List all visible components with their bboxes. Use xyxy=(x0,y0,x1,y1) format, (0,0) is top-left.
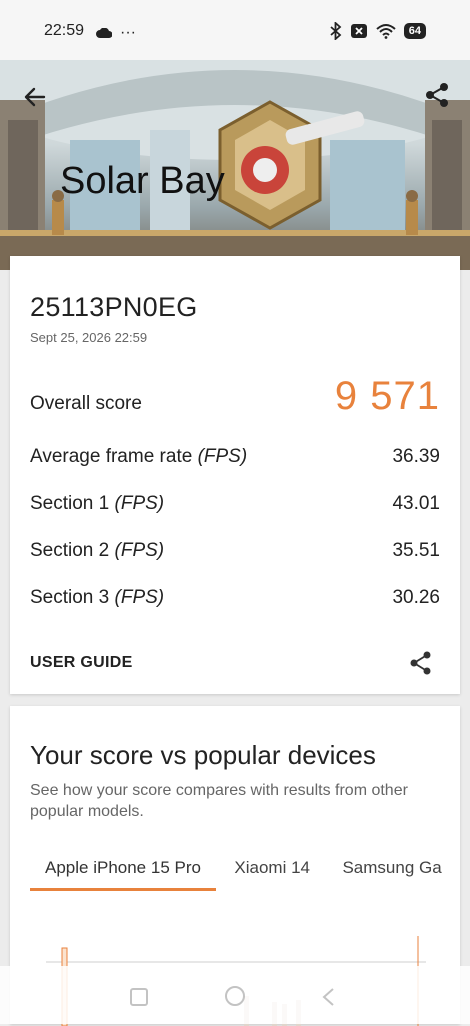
row-value: 30.26 xyxy=(392,587,440,608)
status-bar: 22:59 ··· 64 xyxy=(0,0,470,60)
row-unit: (FPS) xyxy=(197,446,248,467)
row-value: 35.51 xyxy=(392,540,440,561)
device-name: 25113PN0EG xyxy=(30,292,198,322)
cloud-icon xyxy=(96,28,112,38)
user-guide-link[interactable]: USER GUIDE xyxy=(30,654,133,672)
benchmark-title: Solar Bay xyxy=(60,160,225,202)
row-label: Section 1 xyxy=(30,493,110,514)
tab-xiaomi-14[interactable]: Xiaomi 14 xyxy=(220,854,324,888)
fps-row-average: Average frame rate (FPS) 36.39 xyxy=(30,446,440,468)
system-navigation-bar xyxy=(0,966,470,1024)
share-icon[interactable] xyxy=(422,80,452,110)
row-unit: (FPS) xyxy=(114,540,165,561)
fps-row-section-3: Section 3 (FPS) 30.26 xyxy=(30,587,440,609)
compare-title: Your score vs popular devices xyxy=(30,740,376,770)
fps-row-section-2: Section 2 (FPS) 35.51 xyxy=(30,540,440,562)
overall-score-row: Overall score 9 571 xyxy=(30,374,440,419)
share-result-icon[interactable] xyxy=(408,650,434,676)
wifi-icon xyxy=(376,24,396,39)
back-arrow-icon[interactable] xyxy=(20,82,50,112)
compare-description: See how your score compares with results… xyxy=(30,782,408,820)
score-card: 25113PN0EG Sept 25, 2026 22:59 Overall s… xyxy=(10,256,460,694)
overall-score-value: 9 571 xyxy=(334,374,440,418)
row-value: 36.39 xyxy=(392,446,440,467)
recents-icon[interactable] xyxy=(128,986,150,1008)
overall-score-label: Overall score xyxy=(30,393,142,414)
status-time: 22:59 xyxy=(44,22,85,39)
tab-apple-iphone-15-pro[interactable]: Apple iPhone 15 Pro xyxy=(30,854,216,891)
fps-row-section-1: Section 1 (FPS) 43.01 xyxy=(30,493,440,515)
no-sim-icon xyxy=(350,24,367,38)
row-label: Section 3 xyxy=(30,587,110,608)
row-unit: (FPS) xyxy=(114,587,165,608)
bluetooth-icon xyxy=(330,22,342,40)
row-unit: (FPS) xyxy=(114,493,165,514)
more-notifications-icon: ··· xyxy=(120,24,136,41)
row-label: Section 2 xyxy=(30,540,110,561)
hero-banner: Solar Bay xyxy=(0,60,470,270)
battery-indicator: 64 xyxy=(403,23,426,39)
tab-samsung[interactable]: Samsung Ga xyxy=(328,854,455,888)
row-value: 43.01 xyxy=(392,493,440,514)
device-tabs: Apple iPhone 15 Pro Xiaomi 14 Samsung Ga xyxy=(30,854,460,894)
home-icon[interactable] xyxy=(223,984,247,1008)
test-date: Sept 25, 2026 22:59 xyxy=(30,330,148,345)
row-label: Average frame rate xyxy=(30,446,193,467)
back-nav-icon[interactable] xyxy=(318,986,340,1008)
